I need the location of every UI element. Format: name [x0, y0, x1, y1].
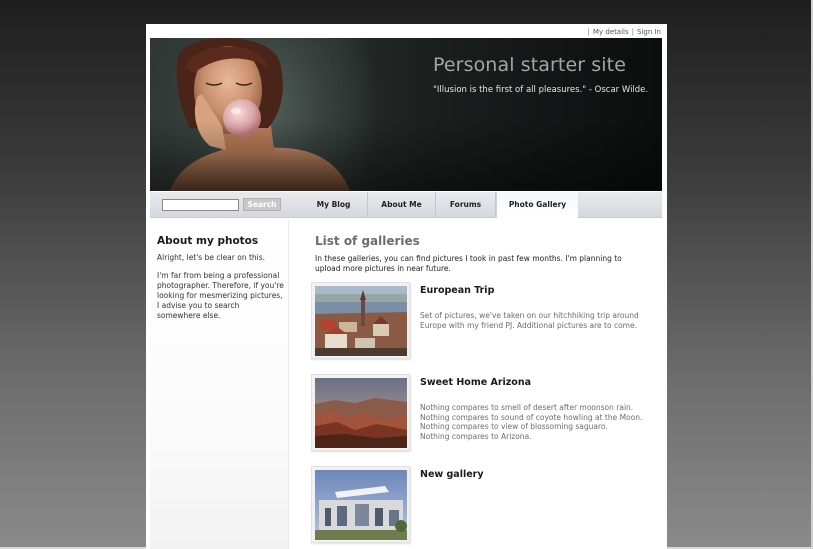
- link-separator: |: [631, 28, 634, 36]
- sign-in-link[interactable]: Sign In: [637, 28, 661, 36]
- banner-shade: [150, 121, 662, 191]
- description-line: Nothing compares to sound of coyote howl…: [420, 412, 643, 422]
- nav-my-blog[interactable]: My Blog: [300, 192, 368, 218]
- gallery-title[interactable]: European Trip: [420, 285, 494, 296]
- description-line: Nothing compares to Arizona.: [420, 431, 532, 441]
- gallery-item-european-trip: European Trip Set of pictures, we've tak…: [311, 282, 661, 366]
- header-banner: Personal starter site "Illusion is the f…: [150, 38, 662, 191]
- description-line: Nothing compares to smell of desert afte…: [420, 403, 634, 412]
- page-title: List of galleries: [315, 234, 420, 248]
- nav-forums[interactable]: Forums: [436, 192, 496, 218]
- description-line: Nothing compares to view of blossoming s…: [420, 422, 608, 431]
- link-separator: |: [587, 28, 590, 36]
- search-button[interactable]: Search: [243, 198, 281, 211]
- site-quote: "Illusion is the first of all pleasures.…: [433, 85, 649, 95]
- gallery-thumbnail[interactable]: [311, 466, 410, 543]
- sidebar-paragraph: I'm far from being a professional photog…: [157, 271, 284, 320]
- gallery-item-new-gallery: New gallery: [311, 466, 661, 549]
- nav-menu: My Blog About Me Forums Photo Gallery: [300, 192, 578, 218]
- gallery-title[interactable]: New gallery: [420, 469, 484, 480]
- page-container: | My details | Sign In Personal starter …: [146, 24, 667, 549]
- arizona-image: [315, 378, 407, 448]
- top-links: | My details | Sign In: [588, 27, 661, 37]
- site-title: Personal starter site: [433, 54, 627, 76]
- nav-about-me[interactable]: About Me: [368, 192, 436, 218]
- sidebar-title: About my photos: [157, 235, 259, 247]
- my-details-link[interactable]: My details: [593, 28, 629, 36]
- gallery-item-sweet-home-arizona: Sweet Home Arizona Nothing compares to s…: [311, 374, 661, 458]
- sidebar: About my photos Alright, let's be clear …: [150, 219, 289, 549]
- european-trip-image: [315, 286, 407, 356]
- new-gallery-image: [315, 470, 407, 540]
- search-input[interactable]: [162, 199, 239, 211]
- description-line: Set of pictures, we've taken on our hitc…: [420, 311, 639, 320]
- description-line: Europe with my friend PJ. Additional pic…: [420, 320, 637, 330]
- gallery-description: Nothing compares to smell of desert afte…: [420, 403, 660, 441]
- navigation-bar: Search My Blog About Me Forums Photo Gal…: [150, 192, 662, 218]
- gallery-description: Set of pictures, we've taken on our hitc…: [420, 311, 660, 330]
- main-content: List of galleries In these galleries, yo…: [311, 219, 661, 549]
- gallery-title[interactable]: Sweet Home Arizona: [420, 377, 531, 388]
- nav-photo-gallery[interactable]: Photo Gallery: [496, 192, 578, 218]
- gallery-thumbnail[interactable]: [311, 282, 410, 359]
- sidebar-paragraph: Alright, let's be clear on this.: [157, 253, 266, 262]
- intro-text: In these galleries, you can find picture…: [315, 254, 622, 273]
- gallery-thumbnail[interactable]: [311, 374, 410, 451]
